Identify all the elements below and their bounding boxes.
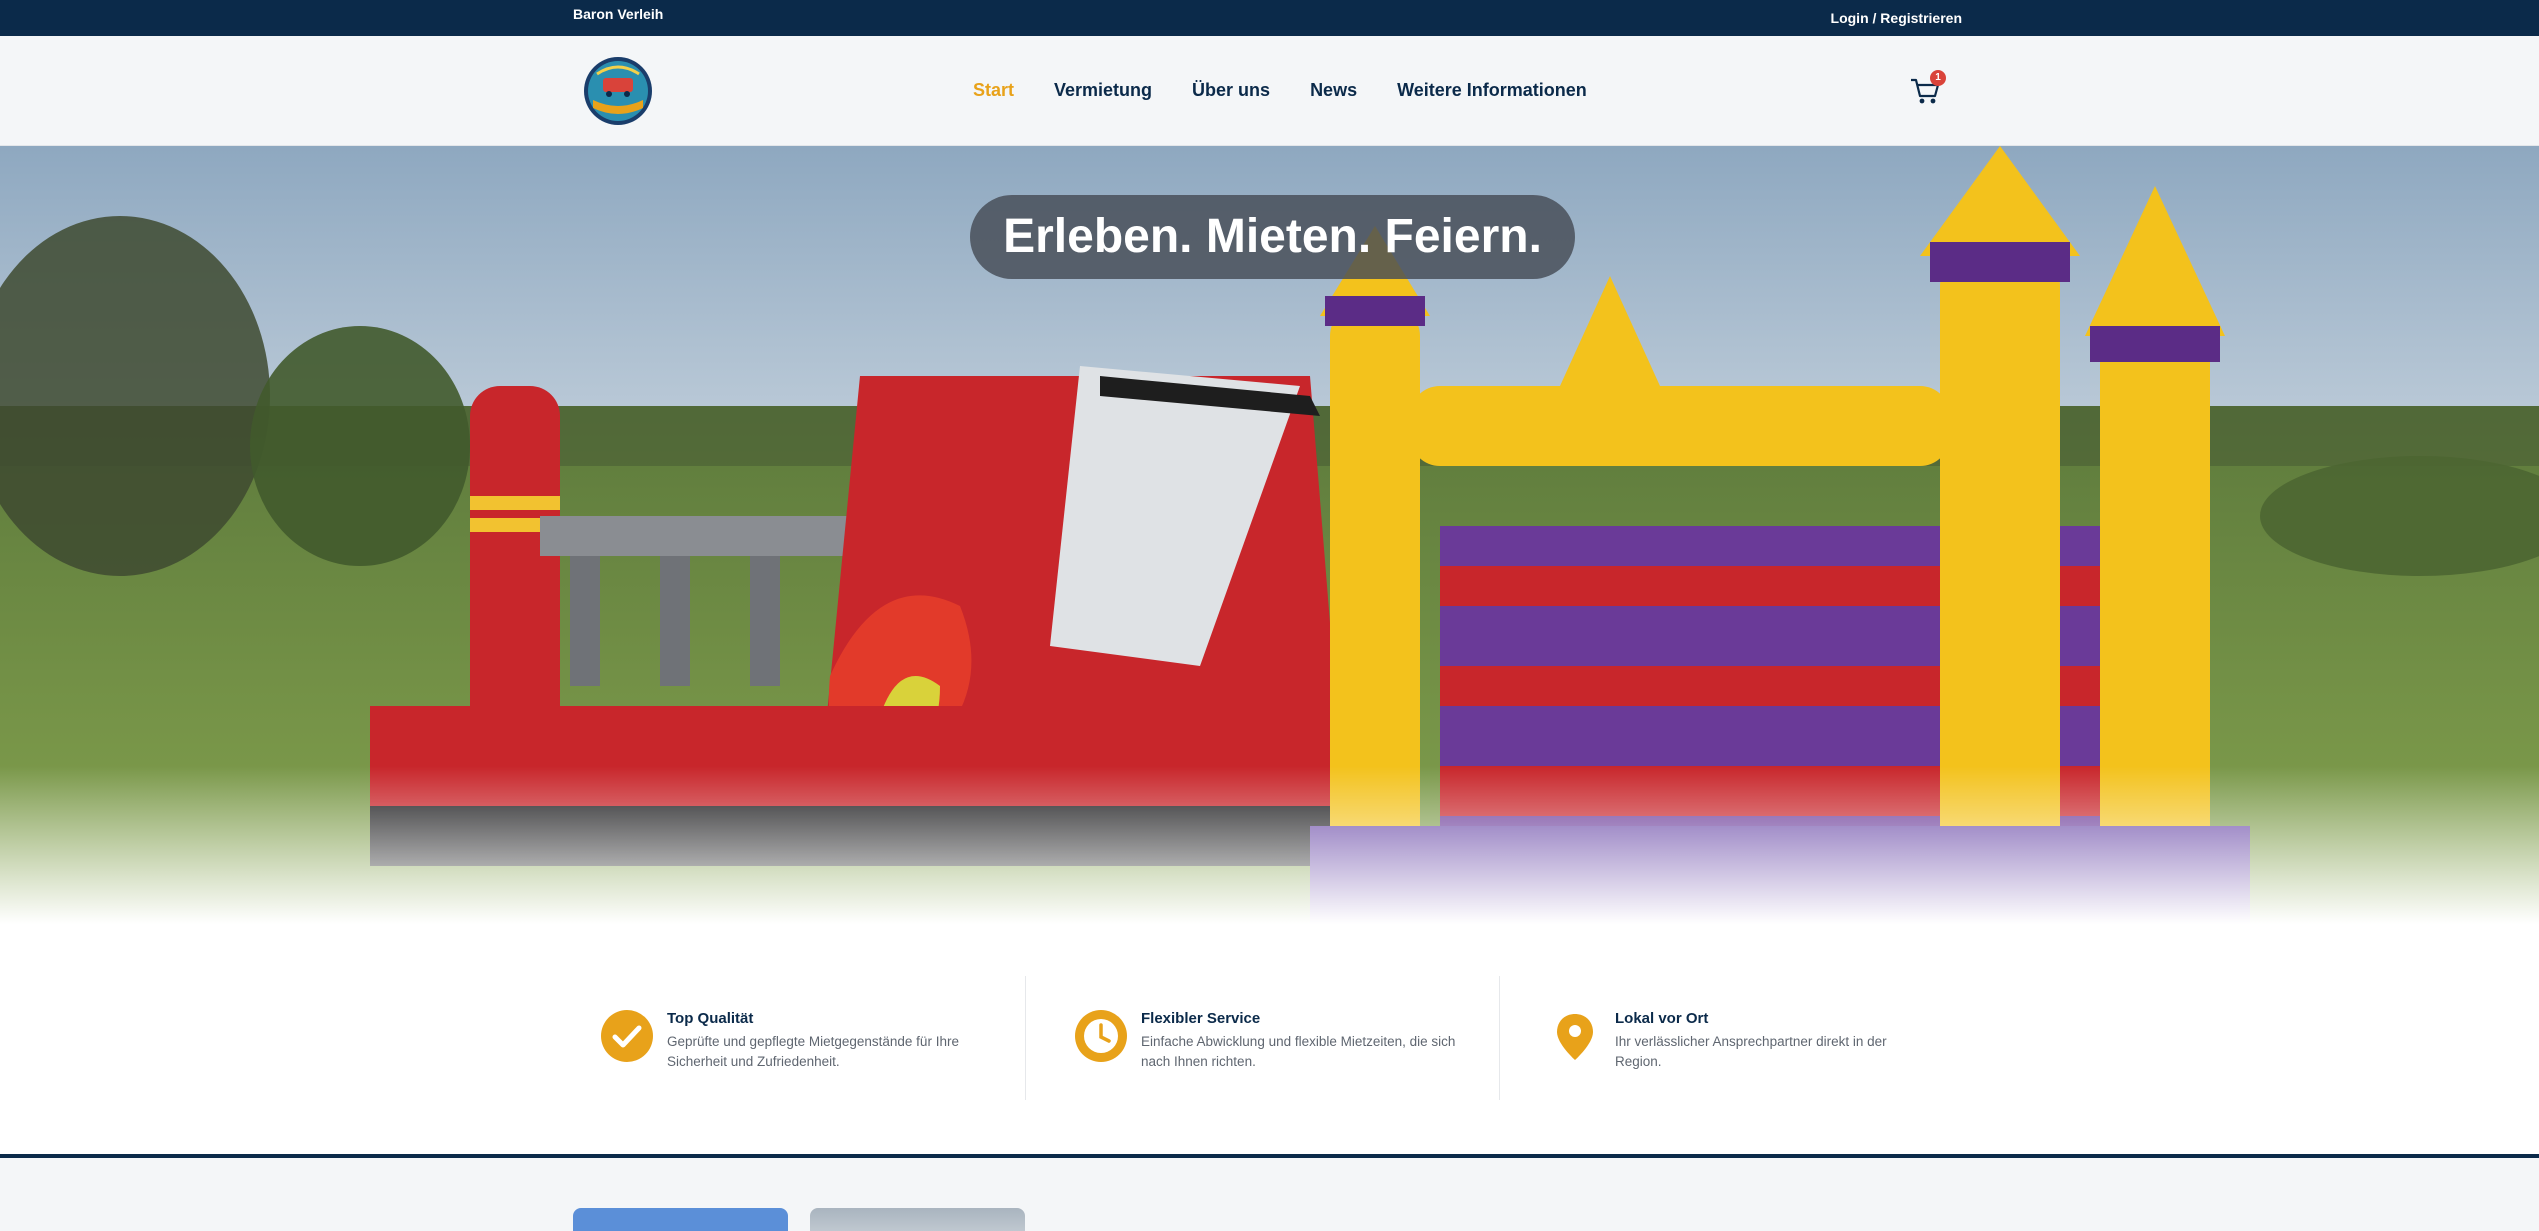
login-register-link[interactable]: Login / Registrieren xyxy=(1831,10,1962,26)
brand-name[interactable]: Baron Verleih xyxy=(573,6,663,22)
nav-start[interactable]: Start xyxy=(973,80,1014,101)
feature-title: Top Qualität xyxy=(667,1010,754,1027)
location-pin-icon xyxy=(1549,1010,1601,1062)
product-card-image[interactable] xyxy=(810,1208,1025,1231)
hero-banner: Erleben. Mieten. Feiern. xyxy=(0,146,2539,924)
feature-title: Flexibler Service xyxy=(1141,1010,1261,1027)
top-bar: Baron Verleih Login / Registrieren xyxy=(0,0,2539,36)
hero-title: Erleben. Mieten. Feiern. xyxy=(1003,210,1542,263)
feature-text: Einfache Abwicklung und flexible Mietzei… xyxy=(1141,1034,1456,1069)
clock-icon xyxy=(1075,1010,1127,1062)
main-header: Start Vermietung Über uns News Weitere I… xyxy=(0,36,2539,146)
next-section xyxy=(0,1158,2539,1231)
feature-text: Geprüfte und gepflegte Mietgegenstände f… xyxy=(667,1034,959,1069)
nav-vermietung[interactable]: Vermietung xyxy=(1054,80,1152,101)
hero-title-pill: Erleben. Mieten. Feiern. xyxy=(970,195,1575,279)
feature-divider xyxy=(1025,976,1026,1100)
features-section: Top Qualität Geprüfte und gepflegte Miet… xyxy=(0,924,2539,1154)
nav-weitere-informationen[interactable]: Weitere Informationen xyxy=(1397,80,1587,101)
feature-divider xyxy=(1499,976,1500,1100)
main-navigation: Start Vermietung Über uns News Weitere I… xyxy=(973,80,1627,101)
site-logo[interactable] xyxy=(583,56,653,126)
nav-news[interactable]: News xyxy=(1310,80,1357,101)
check-icon xyxy=(601,1010,653,1062)
product-card-image[interactable] xyxy=(573,1208,788,1231)
feature-text: Ihr verlässlicher Ansprechpartner direkt… xyxy=(1615,1034,1887,1069)
nav-ueber-uns[interactable]: Über uns xyxy=(1192,80,1270,101)
cart-count-badge: 1 xyxy=(1930,70,1946,86)
feature-title: Lokal vor Ort xyxy=(1615,1010,1709,1027)
